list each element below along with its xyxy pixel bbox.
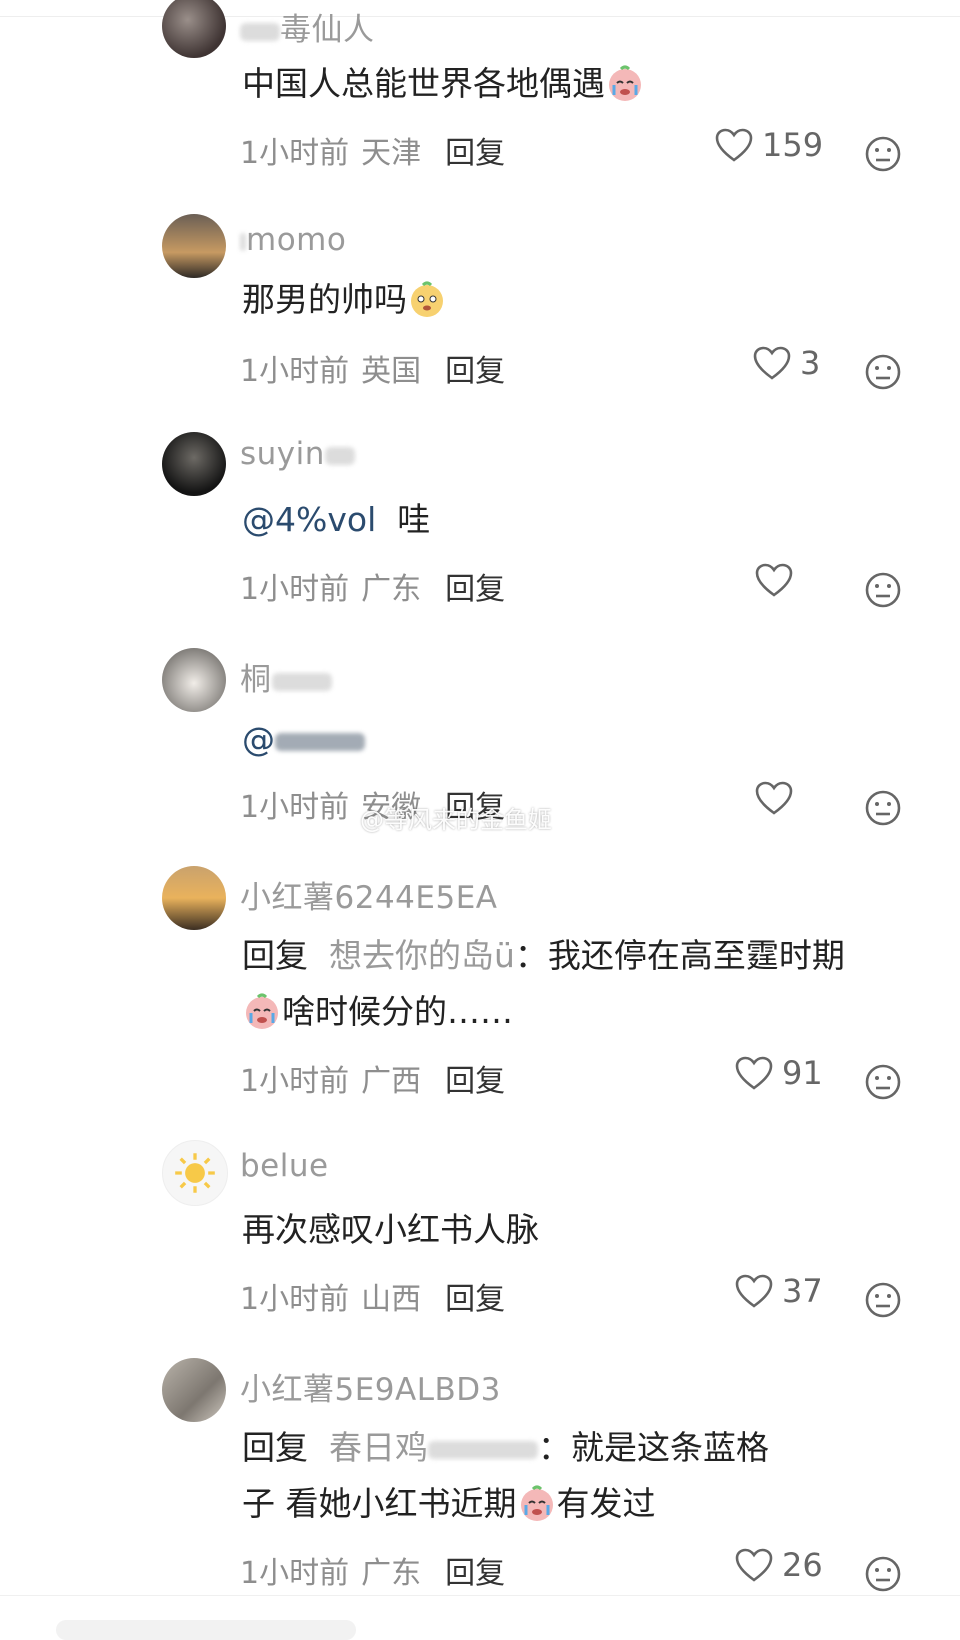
- reply-button[interactable]: 回复: [445, 1064, 505, 1099]
- comment-location: 广东: [361, 1556, 422, 1591]
- comment-text: @4%vol 哇: [242, 500, 431, 539]
- like-button[interactable]: 3: [752, 344, 820, 382]
- avatar[interactable]: [162, 648, 226, 712]
- neutral-face-icon[interactable]: [864, 789, 902, 827]
- crying-emoji-icon: [609, 65, 641, 101]
- like-count: 26: [782, 1546, 823, 1584]
- username[interactable]: 小红薯6244E5EA: [240, 872, 498, 917]
- like-button[interactable]: 37: [734, 1272, 823, 1310]
- sun-avatar-icon: [175, 1153, 215, 1193]
- username[interactable]: belue: [240, 1148, 329, 1184]
- mention-link[interactable]: @4%vol: [242, 500, 376, 539]
- username[interactable]: 小红薯5E9ALBD3: [240, 1364, 501, 1409]
- comment-time: 1小时前: [240, 572, 350, 607]
- like-button[interactable]: 91: [734, 1054, 823, 1092]
- comment-location: 英国: [361, 354, 422, 389]
- avatar[interactable]: [162, 432, 226, 496]
- neutral-face-icon[interactable]: [864, 1281, 902, 1319]
- neutral-face-icon[interactable]: [864, 1063, 902, 1101]
- avatar[interactable]: [162, 1358, 226, 1422]
- username[interactable]: suyin: [240, 436, 355, 472]
- like-button[interactable]: [754, 562, 802, 598]
- mention-link[interactable]: @: [242, 720, 275, 759]
- avatar[interactable]: [162, 214, 226, 278]
- neutral-face-icon[interactable]: [864, 135, 902, 173]
- comment-meta: 1小时前 广西 回复: [240, 1056, 505, 1100]
- comment-text: 回复 春日鸡 ：就是这条蓝格 子 看她小红书近期 有发过: [242, 1428, 769, 1523]
- neutral-face-icon[interactable]: [864, 353, 902, 391]
- reply-button[interactable]: 回复: [445, 572, 505, 607]
- watermark: @等风来的金鱼姬: [360, 806, 552, 834]
- comment-time: 1小时前: [240, 1556, 350, 1591]
- heart-outline-icon: [755, 781, 793, 815]
- comment-time: 1小时前: [240, 790, 350, 825]
- heart-outline-icon: [755, 563, 793, 597]
- comment-time: 1小时前: [240, 1064, 350, 1099]
- comment-location: 天津: [361, 136, 422, 171]
- username[interactable]: 毒仙人: [240, 4, 375, 49]
- like-button[interactable]: [754, 780, 802, 816]
- like-count: 37: [782, 1272, 823, 1310]
- reply-button[interactable]: 回复: [445, 136, 505, 171]
- comment-meta: 1小时前 天津 回复: [240, 128, 505, 172]
- like-count: 159: [762, 126, 824, 164]
- heart-outline-icon: [735, 1056, 773, 1090]
- avatar[interactable]: [162, 866, 226, 930]
- neutral-face-icon[interactable]: [864, 1555, 902, 1593]
- reply-button[interactable]: 回复: [445, 1282, 505, 1317]
- username[interactable]: momo: [240, 222, 346, 258]
- heart-outline-icon: [735, 1274, 773, 1308]
- like-count: 3: [800, 344, 821, 382]
- heart-outline-icon: [735, 1548, 773, 1582]
- neutral-face-icon[interactable]: [864, 571, 902, 609]
- top-divider: [0, 0, 960, 17]
- comment-meta: 1小时前 广东 回复: [240, 1548, 505, 1592]
- like-button[interactable]: 159: [714, 126, 823, 164]
- comment-time: 1小时前: [240, 1282, 350, 1317]
- comment-text: @: [242, 712, 922, 768]
- reply-button[interactable]: 回复: [445, 1556, 505, 1591]
- comment-text: 中国人总能世界各地偶遇: [242, 56, 922, 112]
- comment-meta: 1小时前 英国 回复: [240, 346, 505, 390]
- reply-prefix: 回复: [242, 936, 308, 975]
- bottom-input-bar[interactable]: [56, 1620, 356, 1640]
- comment-time: 1小时前: [240, 136, 350, 171]
- comment-time: 1小时前: [240, 354, 350, 389]
- crying-emoji-icon: [520, 1485, 553, 1521]
- like-button[interactable]: 26: [734, 1546, 823, 1584]
- comment-text: 回复 想去你的岛ü：我还停在高至霆时期 啥时候分的……: [242, 936, 845, 1031]
- heart-outline-icon: [715, 128, 753, 162]
- comment-location: 山西: [361, 1282, 422, 1317]
- avatar[interactable]: [162, 0, 226, 58]
- comment-location: 广东: [361, 572, 422, 607]
- comment-text: 那男的帅吗: [242, 272, 922, 328]
- reply-prefix: 回复: [242, 1428, 308, 1467]
- peeking-emoji-icon: [411, 281, 443, 317]
- like-count: 91: [782, 1054, 823, 1092]
- comment-text: 再次感叹小红书人脉: [242, 1210, 539, 1249]
- heart-outline-icon: [753, 346, 791, 380]
- crying-emoji-icon: [246, 993, 278, 1029]
- reply-target[interactable]: 春日鸡: [329, 1428, 428, 1467]
- comment-meta: 1小时前 山西 回复: [240, 1274, 505, 1318]
- username[interactable]: 桐: [240, 654, 332, 699]
- comment-location: 广西: [361, 1064, 422, 1099]
- comment-meta: 1小时前 广东 回复: [240, 564, 505, 608]
- reply-button[interactable]: 回复: [445, 354, 505, 389]
- avatar[interactable]: [162, 1140, 228, 1206]
- reply-target[interactable]: 想去你的岛ü: [329, 936, 515, 975]
